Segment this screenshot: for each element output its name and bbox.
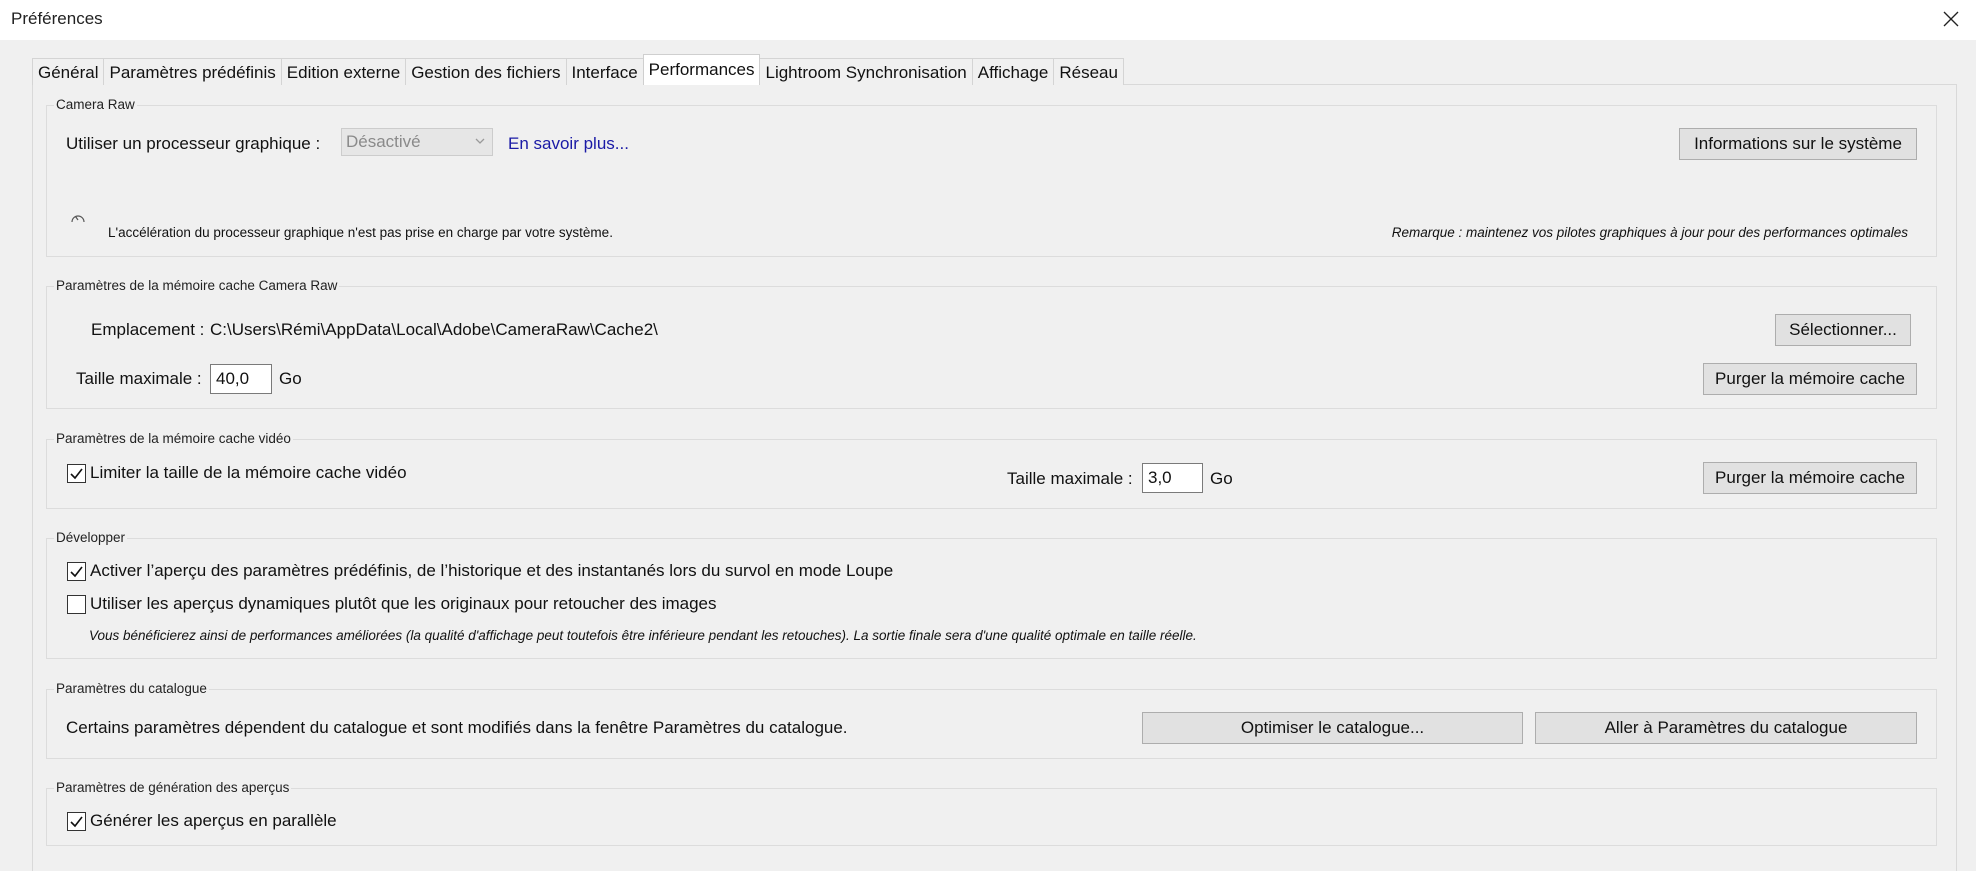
- window-title: Préférences: [11, 9, 103, 28]
- raw-cache-group-label: Paramètres de la mémoire cache Camera Ra…: [54, 278, 340, 293]
- optimize-catalog-button[interactable]: Optimiser le catalogue...: [1142, 712, 1523, 744]
- system-info-button[interactable]: Informations sur le système: [1679, 128, 1917, 160]
- cache-location-label: Emplacement :: [91, 320, 205, 339]
- tab-interface[interactable]: Interface: [565, 58, 644, 85]
- parallel-previews-checkbox[interactable]: [67, 812, 86, 831]
- tab-bar: Général Paramètres prédéfinis Edition ex…: [32, 54, 1124, 85]
- catalog-description: Certains paramètres dépendent du catalog…: [66, 718, 848, 737]
- smart-previews-checkbox[interactable]: [67, 595, 86, 614]
- limit-video-cache-label: Limiter la taille de la mémoire cache vi…: [90, 463, 407, 482]
- tab-file-handling[interactable]: Gestion des fichiers: [405, 58, 567, 85]
- gpu-unsupported-message: L'accélération du processeur graphique n…: [108, 225, 613, 240]
- purge-video-cache-button[interactable]: Purger la mémoire cache: [1703, 462, 1917, 494]
- tab-display[interactable]: Affichage: [971, 58, 1055, 85]
- title-bar: Préférences: [0, 0, 1976, 40]
- close-button[interactable]: [1934, 4, 1968, 34]
- tab-lightroom-sync[interactable]: Lightroom Synchronisation: [759, 58, 973, 85]
- chevron-down-icon: [475, 138, 485, 144]
- catalog-group-label: Paramètres du catalogue: [54, 681, 209, 696]
- smart-previews-label: Utiliser les aperçus dynamiques plutôt q…: [90, 594, 717, 613]
- purge-raw-cache-button[interactable]: Purger la mémoire cache: [1703, 363, 1917, 395]
- close-icon: [1943, 11, 1959, 27]
- raw-max-size-label: Taille maximale :: [76, 369, 202, 388]
- learn-more-link[interactable]: En savoir plus...: [508, 134, 629, 154]
- video-max-size-input[interactable]: 3,0: [1142, 463, 1203, 493]
- select-cache-location-button[interactable]: Sélectionner...: [1775, 314, 1911, 346]
- preview-generation-group-label: Paramètres de génération des aperçus: [54, 780, 292, 795]
- raw-cache-group: [46, 286, 1937, 409]
- checkmark-icon: [70, 816, 83, 828]
- parallel-previews-label: Générer les aperçus en parallèle: [90, 811, 337, 830]
- raw-max-size-unit: Go: [279, 369, 302, 388]
- drivers-note: Remarque : maintenez vos pilotes graphiq…: [1391, 225, 1908, 240]
- limit-video-cache-checkbox[interactable]: [67, 464, 86, 483]
- tab-presets[interactable]: Paramètres prédéfinis: [103, 58, 282, 85]
- camera-raw-group-label: Camera Raw: [54, 97, 137, 112]
- goto-catalog-settings-button[interactable]: Aller à Paramètres du catalogue: [1535, 712, 1917, 744]
- tab-performances[interactable]: Performances: [642, 54, 761, 85]
- raw-max-size-input[interactable]: 40,0: [210, 364, 272, 394]
- checkmark-icon: [70, 468, 83, 480]
- tab-general[interactable]: Général: [32, 58, 105, 85]
- video-max-size-label: Taille maximale :: [1007, 469, 1133, 488]
- gauge-icon: [71, 215, 85, 223]
- loupe-preview-checkbox[interactable]: [67, 562, 86, 581]
- gpu-label: Utiliser un processeur graphique :: [66, 134, 321, 153]
- cache-location-value: C:\Users\Rémi\AppData\Local\Adobe\Camera…: [210, 320, 658, 339]
- video-cache-group-label: Paramètres de la mémoire cache vidéo: [54, 431, 293, 446]
- loupe-preview-label: Activer l’aperçu des paramètres prédéfin…: [90, 561, 894, 580]
- smart-previews-note: Vous bénéficierez ainsi de performances …: [89, 628, 1197, 643]
- checkmark-icon: [70, 566, 83, 578]
- gpu-select-value: Désactivé: [346, 132, 421, 151]
- gpu-select[interactable]: Désactivé: [341, 128, 493, 156]
- video-max-size-unit: Go: [1210, 469, 1233, 488]
- tab-network[interactable]: Réseau: [1053, 58, 1124, 85]
- tab-external-editing[interactable]: Edition externe: [280, 58, 407, 85]
- develop-group-label: Développer: [54, 530, 128, 545]
